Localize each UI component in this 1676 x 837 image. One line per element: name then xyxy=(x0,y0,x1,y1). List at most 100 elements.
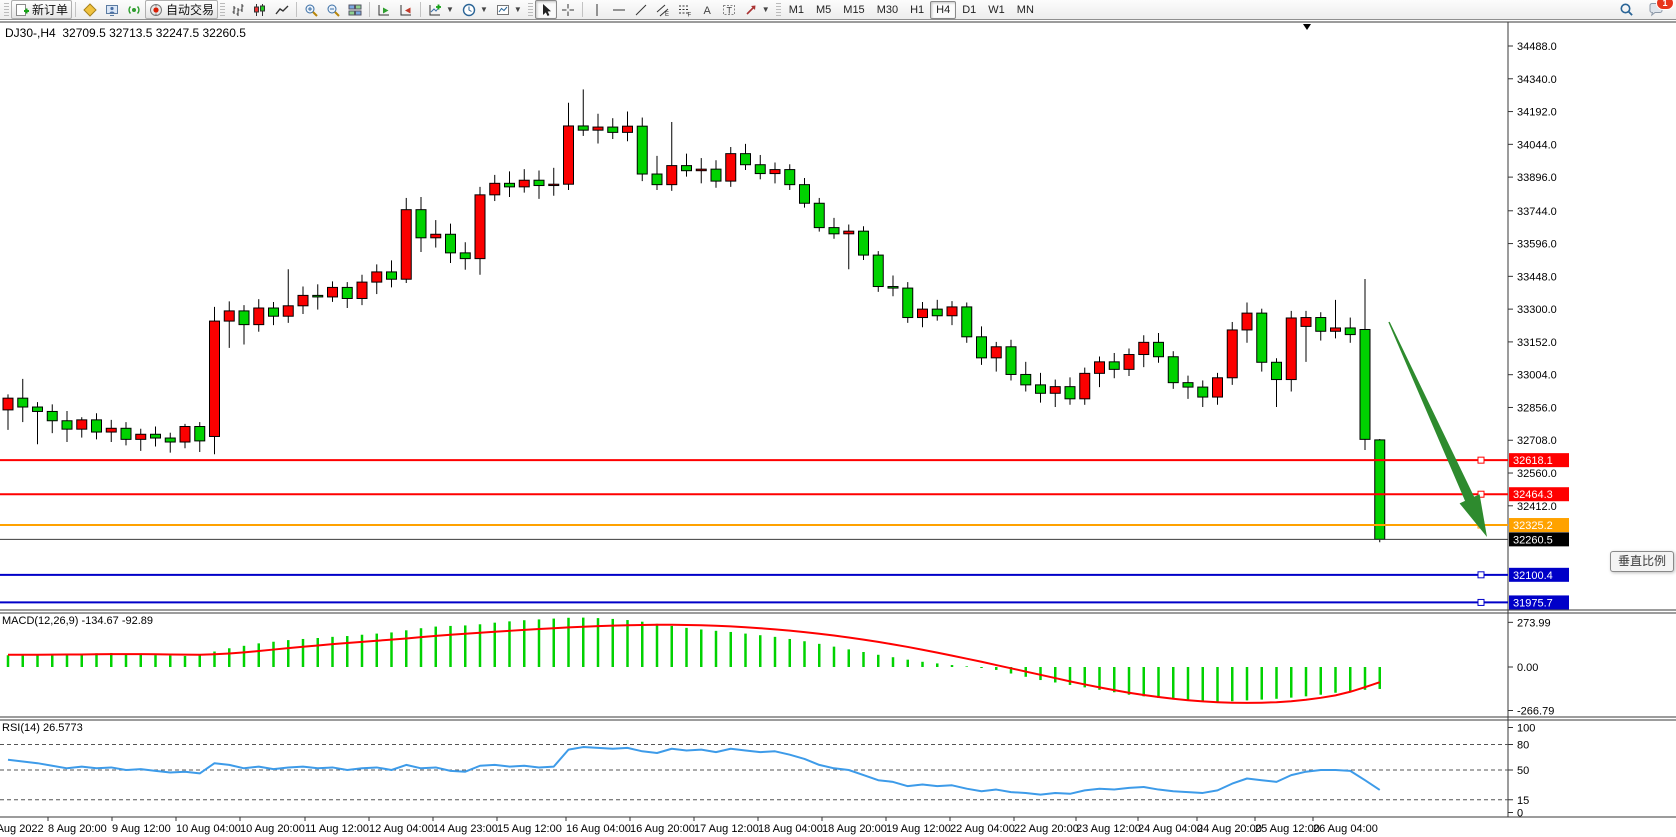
notifications-button[interactable]: 1 xyxy=(1644,0,1668,19)
candle-body xyxy=(1360,329,1370,439)
candle-body xyxy=(269,308,279,316)
trendline-tool-button[interactable] xyxy=(630,0,652,19)
toolbar-grip[interactable] xyxy=(4,3,9,17)
chevron-down-icon: ▼ xyxy=(446,5,454,14)
price-tag: 32260.5 xyxy=(1509,532,1569,546)
tab-timeframe-h4[interactable]: H4 xyxy=(930,1,956,19)
line-chart-icon xyxy=(275,3,289,17)
new-order-icon xyxy=(15,3,29,17)
svg-text:15: 15 xyxy=(1517,795,1529,807)
arrows-tool-button[interactable]: ▼ xyxy=(740,0,774,19)
candle-body xyxy=(637,126,647,174)
main-toolbar: 新订单 自动交易 xyxy=(0,0,1676,20)
periods-button[interactable]: ▼ xyxy=(458,0,492,19)
svg-text:100: 100 xyxy=(1517,723,1535,735)
vertical-line-tool-button[interactable] xyxy=(586,0,608,19)
tab-timeframe-m1[interactable]: M1 xyxy=(783,1,810,19)
candle-body xyxy=(1095,362,1105,374)
channel-tool-button[interactable]: E xyxy=(652,0,674,19)
candle-body xyxy=(460,253,470,259)
svg-text:11 Aug 12:00: 11 Aug 12:00 xyxy=(305,823,369,835)
svg-text:32856.0: 32856.0 xyxy=(1517,402,1557,414)
chart-shift-button[interactable] xyxy=(395,0,417,19)
tab-timeframe-h1[interactable]: H1 xyxy=(904,1,930,19)
candle-body xyxy=(47,411,57,420)
fibonacci-tool-button[interactable]: F xyxy=(674,0,696,19)
tab-timeframe-m15[interactable]: M15 xyxy=(837,1,870,19)
svg-text:0: 0 xyxy=(1517,808,1523,820)
tab-timeframe-d1[interactable]: D1 xyxy=(956,1,982,19)
candle-body xyxy=(1109,362,1119,370)
candle-body xyxy=(1139,342,1149,354)
candle-body xyxy=(593,127,603,130)
svg-text:50: 50 xyxy=(1517,765,1529,777)
ohlc-bars-icon xyxy=(231,3,245,17)
line-handle[interactable] xyxy=(1478,599,1484,605)
candle-body xyxy=(357,282,367,298)
gold-diamond-icon xyxy=(83,3,97,17)
tile-windows-button[interactable] xyxy=(344,0,366,19)
svg-text:E: E xyxy=(665,12,669,17)
svg-text:18 Aug 20:00: 18 Aug 20:00 xyxy=(822,823,887,835)
fibonacci-icon: F xyxy=(678,3,692,17)
candle-body xyxy=(682,166,692,171)
svg-text:16 Aug 20:00: 16 Aug 20:00 xyxy=(630,823,695,835)
rsi-line xyxy=(8,747,1380,795)
new-order-button[interactable]: 新订单 xyxy=(11,0,72,19)
search-button[interactable] xyxy=(1615,0,1638,19)
svg-text:0.00: 0.00 xyxy=(1517,662,1538,674)
bar-chart-mode-button[interactable] xyxy=(227,0,249,19)
zoom-in-button[interactable] xyxy=(300,0,322,19)
svg-text:32618.1: 32618.1 xyxy=(1513,455,1553,467)
tab-timeframe-m5[interactable]: M5 xyxy=(810,1,837,19)
tab-timeframe-m30[interactable]: M30 xyxy=(871,1,904,19)
candle-body xyxy=(652,174,662,185)
bar-position-marker[interactable] xyxy=(1303,24,1311,30)
symbols-button[interactable] xyxy=(79,0,101,19)
price-axis[interactable]: 34488.034340.034192.034044.033896.033744… xyxy=(1508,41,1569,820)
text-a-icon: A xyxy=(700,3,714,17)
candle-body xyxy=(770,170,780,174)
add-indicator-icon xyxy=(428,3,442,17)
toolbar-separator xyxy=(296,2,297,17)
trendline-icon xyxy=(634,3,648,17)
auto-scroll-button[interactable] xyxy=(373,0,395,19)
text-tool-button[interactable]: A xyxy=(696,0,718,19)
autotrading-button[interactable]: 自动交易 xyxy=(145,0,218,19)
candle-body xyxy=(239,311,249,325)
crosshair-tool-button[interactable] xyxy=(557,0,579,19)
toolbar-grip[interactable] xyxy=(220,3,225,17)
tab-timeframe-w1[interactable]: W1 xyxy=(982,1,1011,19)
toolbar-grip[interactable] xyxy=(776,3,781,17)
new-order-label: 新订单 xyxy=(32,1,68,18)
candle-body xyxy=(401,210,411,280)
indicators-button[interactable]: ▼ xyxy=(424,0,458,19)
rsi-indicator-label: RSI(14) 26.5773 xyxy=(2,722,83,734)
zoom-out-button[interactable] xyxy=(322,0,344,19)
horizontal-line-tool-button[interactable] xyxy=(608,0,630,19)
cursor-tool-button[interactable] xyxy=(535,0,557,19)
time-axis[interactable]: 8 Aug 20228 Aug 20:009 Aug 12:0010 Aug 0… xyxy=(0,817,1378,835)
toolbar-separator xyxy=(75,2,76,17)
line-handle[interactable] xyxy=(1478,572,1484,578)
text-label-tool-button[interactable]: T xyxy=(718,0,740,19)
search-icon xyxy=(1619,2,1634,17)
drawn-arrow-annotation[interactable] xyxy=(1388,322,1487,537)
line-handle[interactable] xyxy=(1478,457,1484,463)
candle-body xyxy=(505,183,515,187)
candle-body xyxy=(918,309,928,317)
toolbar-grip[interactable] xyxy=(528,3,533,17)
market-watch-button[interactable] xyxy=(101,0,123,19)
chart-canvas[interactable]: 34488.034340.034192.034044.033896.033744… xyxy=(0,0,1676,837)
candle-body xyxy=(977,337,987,358)
signals-button[interactable] xyxy=(123,0,145,19)
candle-body xyxy=(623,126,633,132)
candle-body xyxy=(446,234,456,253)
line-chart-mode-button[interactable] xyxy=(271,0,293,19)
chevron-down-icon: ▼ xyxy=(762,5,770,14)
candle-body xyxy=(903,288,913,317)
tab-timeframe-mn[interactable]: MN xyxy=(1011,1,1040,19)
candle-body xyxy=(18,398,28,407)
candle-chart-mode-button[interactable] xyxy=(249,0,271,19)
templates-button[interactable]: ▼ xyxy=(492,0,526,19)
